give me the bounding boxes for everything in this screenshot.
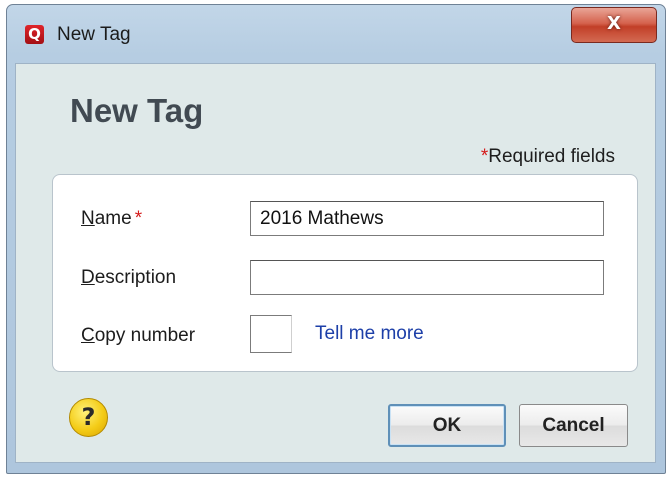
ok-button[interactable]: OK — [388, 404, 506, 447]
help-question-icon[interactable]: ? — [69, 398, 108, 437]
dialog-body: New Tag *Required fields Name* Descripti… — [15, 63, 656, 463]
close-button[interactable]: X — [571, 7, 657, 43]
tell-me-more-link[interactable]: Tell me more — [315, 323, 424, 345]
title-bar[interactable]: Q New Tag X — [7, 5, 665, 63]
name-field[interactable] — [250, 201, 604, 236]
required-fields-text: Required fields — [488, 146, 615, 167]
name-label-text: ame — [94, 208, 132, 229]
name-label-mnemonic: N — [81, 208, 95, 229]
description-label-mnemonic: D — [81, 267, 95, 288]
page-title: New Tag — [70, 92, 204, 129]
cancel-button[interactable]: Cancel — [519, 404, 628, 447]
window-title: New Tag — [57, 24, 131, 45]
close-icon: X — [607, 13, 621, 34]
description-label: Description — [81, 267, 176, 289]
form-panel: Name* Description Copy number Tell me mo… — [52, 174, 638, 372]
new-tag-dialog: Q New Tag X New Tag *Required fields Nam… — [6, 4, 666, 474]
copy-number-label: Copy number — [81, 325, 195, 347]
name-required-star: * — [134, 208, 143, 229]
copy-number-label-text: opy number — [94, 325, 196, 346]
description-label-text: escription — [94, 267, 177, 288]
quicken-q-icon: Q — [25, 25, 44, 44]
description-field[interactable] — [250, 260, 604, 295]
name-label: Name * — [81, 208, 142, 230]
copy-number-field[interactable] — [250, 315, 292, 353]
copy-number-label-mnemonic: C — [81, 325, 95, 346]
required-fields-note: *Required fields — [481, 146, 615, 168]
